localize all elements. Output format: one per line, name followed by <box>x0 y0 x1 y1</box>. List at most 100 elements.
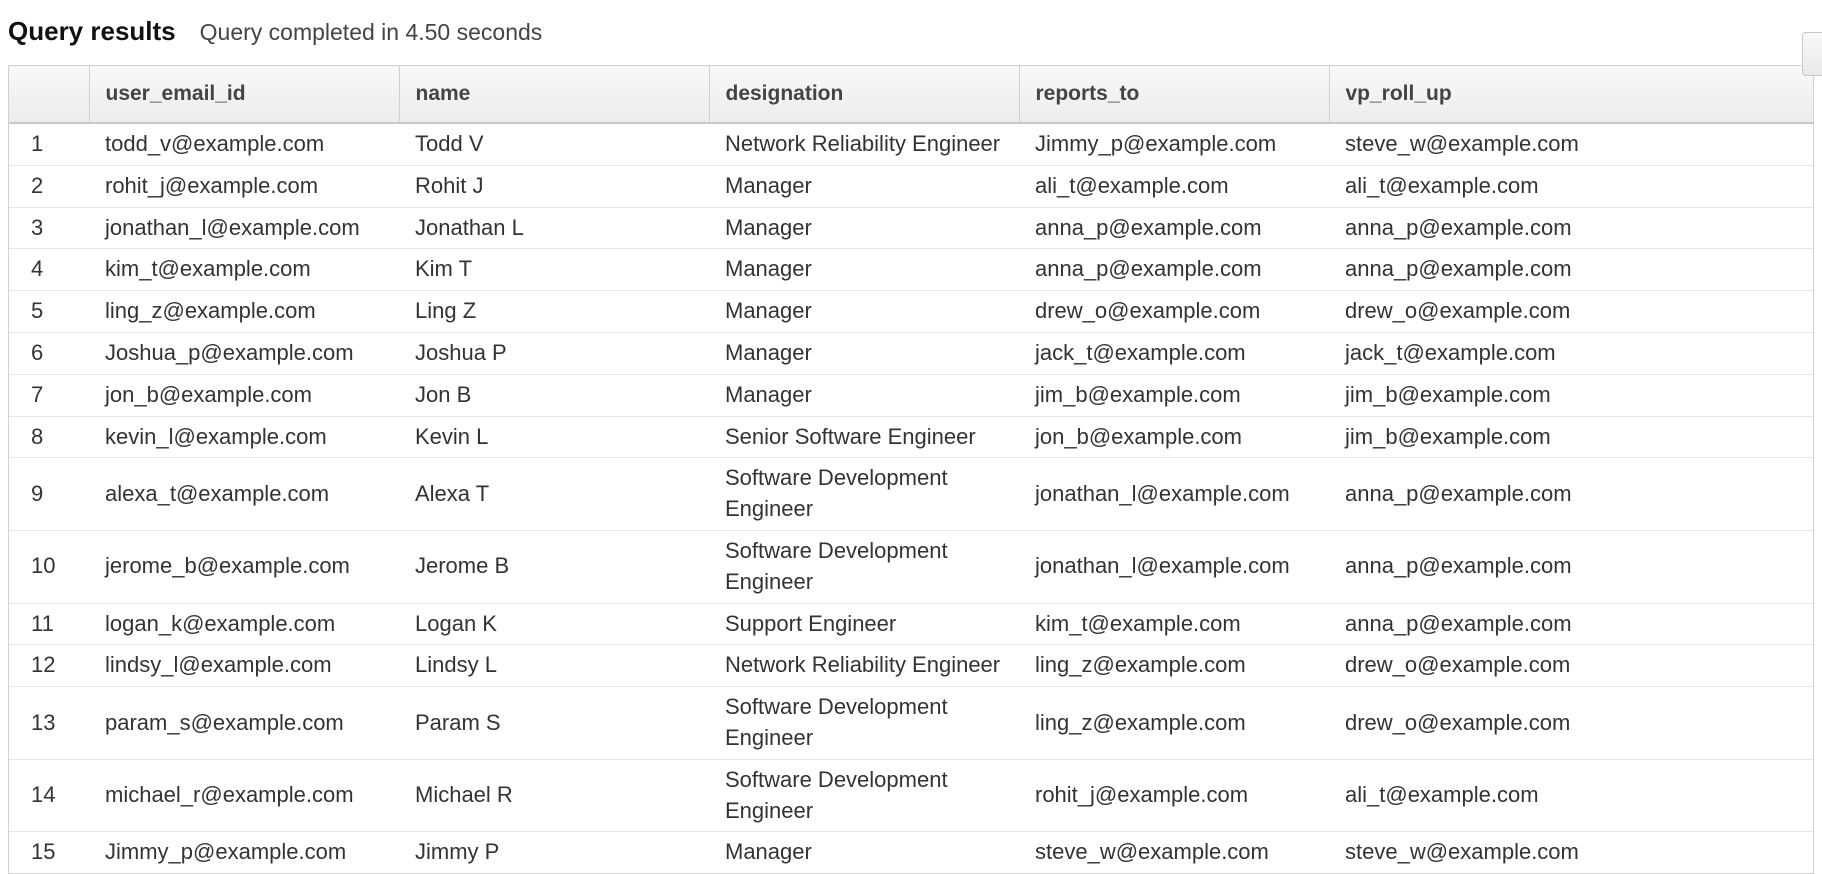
cell-reports-to: ling_z@example.com <box>1019 687 1329 760</box>
cell-name: Rohit J <box>399 165 709 207</box>
cell-vp-roll-up: jim_b@example.com <box>1329 416 1813 458</box>
cell-name: Ling Z <box>399 291 709 333</box>
cell-user-email-id: Joshua_p@example.com <box>89 332 399 374</box>
cell-designation: Manager <box>709 249 1019 291</box>
cell-reports-to: drew_o@example.com <box>1019 291 1329 333</box>
table-row[interactable]: 11logan_k@example.comLogan KSupport Engi… <box>9 603 1813 645</box>
cell-vp-roll-up: jack_t@example.com <box>1329 332 1813 374</box>
row-index: 10 <box>9 530 89 603</box>
cell-reports-to: anna_p@example.com <box>1019 207 1329 249</box>
cell-designation: Senior Software Engineer <box>709 416 1019 458</box>
row-index: 1 <box>9 123 89 165</box>
cell-vp-roll-up: anna_p@example.com <box>1329 603 1813 645</box>
cell-user-email-id: rohit_j@example.com <box>89 165 399 207</box>
cell-user-email-id: logan_k@example.com <box>89 603 399 645</box>
cell-name: Lindsy L <box>399 645 709 687</box>
cell-user-email-id: todd_v@example.com <box>89 123 399 165</box>
cell-designation: Manager <box>709 207 1019 249</box>
row-index: 2 <box>9 165 89 207</box>
cell-vp-roll-up: drew_o@example.com <box>1329 291 1813 333</box>
cell-user-email-id: michael_r@example.com <box>89 759 399 832</box>
cell-user-email-id: param_s@example.com <box>89 687 399 760</box>
cell-name: Logan K <box>399 603 709 645</box>
row-index: 14 <box>9 759 89 832</box>
table-row[interactable]: 15Jimmy_p@example.comJimmy PManagersteve… <box>9 832 1813 873</box>
cell-designation: Manager <box>709 291 1019 333</box>
row-index: 6 <box>9 332 89 374</box>
page-title: Query results <box>8 16 176 47</box>
cell-vp-roll-up: anna_p@example.com <box>1329 530 1813 603</box>
cell-name: Michael R <box>399 759 709 832</box>
cell-user-email-id: alexa_t@example.com <box>89 458 399 531</box>
cell-user-email-id: lindsy_l@example.com <box>89 645 399 687</box>
table-row[interactable]: 10jerome_b@example.comJerome BSoftware D… <box>9 530 1813 603</box>
cell-designation: Software Development Engineer <box>709 687 1019 760</box>
row-index: 12 <box>9 645 89 687</box>
row-index: 8 <box>9 416 89 458</box>
col-header-name[interactable]: name <box>399 66 709 123</box>
table-row[interactable]: 8kevin_l@example.comKevin LSenior Softwa… <box>9 416 1813 458</box>
cell-vp-roll-up: steve_w@example.com <box>1329 123 1813 165</box>
results-header: Query results Query completed in 4.50 se… <box>0 0 1822 65</box>
table-row[interactable]: 3jonathan_l@example.comJonathan LManager… <box>9 207 1813 249</box>
col-header-designation[interactable]: designation <box>709 66 1019 123</box>
cell-designation: Software Development Engineer <box>709 458 1019 531</box>
cell-reports-to: jonathan_l@example.com <box>1019 458 1329 531</box>
table-row[interactable]: 9alexa_t@example.comAlexa TSoftware Deve… <box>9 458 1813 531</box>
table-row[interactable]: 13param_s@example.comParam SSoftware Dev… <box>9 687 1813 760</box>
cell-reports-to: jack_t@example.com <box>1019 332 1329 374</box>
table-row[interactable]: 6Joshua_p@example.comJoshua PManagerjack… <box>9 332 1813 374</box>
cell-name: Todd V <box>399 123 709 165</box>
table-row[interactable]: 14michael_r@example.comMichael RSoftware… <box>9 759 1813 832</box>
cell-designation: Manager <box>709 165 1019 207</box>
cell-designation: Network Reliability Engineer <box>709 123 1019 165</box>
table-header-row: user_email_id name designation reports_t… <box>9 66 1813 123</box>
col-header-user-email-id[interactable]: user_email_id <box>89 66 399 123</box>
cell-reports-to: steve_w@example.com <box>1019 832 1329 873</box>
cell-name: Kevin L <box>399 416 709 458</box>
table-row[interactable]: 4kim_t@example.comKim TManageranna_p@exa… <box>9 249 1813 291</box>
row-index: 3 <box>9 207 89 249</box>
query-status-text: Query completed in 4.50 seconds <box>200 19 543 46</box>
cell-user-email-id: jerome_b@example.com <box>89 530 399 603</box>
cell-name: Joshua P <box>399 332 709 374</box>
row-index: 13 <box>9 687 89 760</box>
table-row[interactable]: 12lindsy_l@example.comLindsy LNetwork Re… <box>9 645 1813 687</box>
cell-designation: Software Development Engineer <box>709 759 1019 832</box>
table-row[interactable]: 2rohit_j@example.comRohit JManagerali_t@… <box>9 165 1813 207</box>
table-row[interactable]: 7jon_b@example.comJon BManagerjim_b@exam… <box>9 374 1813 416</box>
cell-vp-roll-up: anna_p@example.com <box>1329 249 1813 291</box>
row-index: 5 <box>9 291 89 333</box>
cell-designation: Network Reliability Engineer <box>709 645 1019 687</box>
cell-designation: Support Engineer <box>709 603 1019 645</box>
cell-user-email-id: jon_b@example.com <box>89 374 399 416</box>
table-body: 1todd_v@example.comTodd VNetwork Reliabi… <box>9 123 1813 873</box>
cell-reports-to: jonathan_l@example.com <box>1019 530 1329 603</box>
row-index: 7 <box>9 374 89 416</box>
cell-designation: Software Development Engineer <box>709 530 1019 603</box>
table-row[interactable]: 1todd_v@example.comTodd VNetwork Reliabi… <box>9 123 1813 165</box>
row-index: 15 <box>9 832 89 873</box>
side-drawer-toggle[interactable] <box>1802 32 1822 76</box>
cell-name: Param S <box>399 687 709 760</box>
row-index: 4 <box>9 249 89 291</box>
col-header-vp-roll-up[interactable]: vp_roll_up <box>1329 66 1813 123</box>
row-index: 11 <box>9 603 89 645</box>
cell-name: Jonathan L <box>399 207 709 249</box>
cell-vp-roll-up: ali_t@example.com <box>1329 759 1813 832</box>
cell-reports-to: jim_b@example.com <box>1019 374 1329 416</box>
cell-reports-to: Jimmy_p@example.com <box>1019 123 1329 165</box>
cell-vp-roll-up: drew_o@example.com <box>1329 687 1813 760</box>
cell-reports-to: ali_t@example.com <box>1019 165 1329 207</box>
col-header-reports-to[interactable]: reports_to <box>1019 66 1329 123</box>
results-table: user_email_id name designation reports_t… <box>9 66 1813 873</box>
cell-user-email-id: kim_t@example.com <box>89 249 399 291</box>
table-row[interactable]: 5ling_z@example.comLing ZManagerdrew_o@e… <box>9 291 1813 333</box>
row-index: 9 <box>9 458 89 531</box>
cell-reports-to: jon_b@example.com <box>1019 416 1329 458</box>
cell-vp-roll-up: anna_p@example.com <box>1329 207 1813 249</box>
cell-reports-to: rohit_j@example.com <box>1019 759 1329 832</box>
cell-designation: Manager <box>709 832 1019 873</box>
col-header-index[interactable] <box>9 66 89 123</box>
cell-name: Jon B <box>399 374 709 416</box>
